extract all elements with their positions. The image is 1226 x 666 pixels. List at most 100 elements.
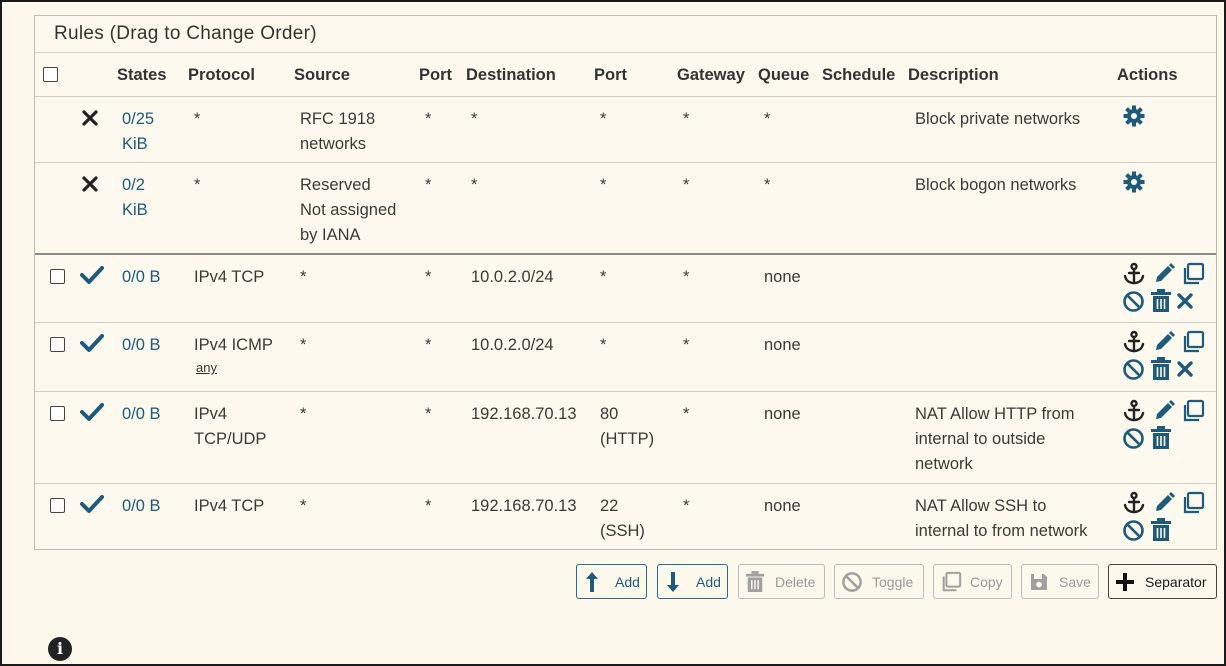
info-icon[interactable]: i [48, 637, 72, 661]
col-destination-port[interactable]: Port [594, 63, 627, 88]
delete-button[interactable]: Delete [738, 564, 825, 599]
row-checkbox[interactable] [50, 498, 65, 513]
icmp-type-link[interactable]: any [196, 360, 217, 376]
disable-icon[interactable] [1122, 290, 1145, 313]
protocol: * [194, 176, 201, 194]
source-port: * [425, 176, 432, 194]
pass-check-icon [80, 333, 104, 353]
gear-icon[interactable] [1123, 105, 1145, 127]
col-states[interactable]: States [117, 63, 167, 88]
col-gateway[interactable]: Gateway [677, 63, 745, 88]
source: * [300, 268, 307, 286]
description: Block bogon networks [915, 176, 1077, 194]
anchor-icon[interactable] [1122, 491, 1146, 515]
save-button[interactable]: Save [1021, 564, 1099, 599]
pass-check-icon [80, 494, 104, 514]
gateway: * [683, 110, 690, 128]
table-row[interactable]: 0/0 B IPv4 TCP * * 192.168.70.13 22 (SSH)… [35, 483, 1216, 550]
pass-check-icon [80, 265, 104, 285]
col-source[interactable]: Source [294, 63, 350, 88]
add-top-button[interactable]: Add [576, 564, 647, 599]
copy-icon[interactable] [1181, 330, 1205, 354]
col-queue[interactable]: Queue [758, 63, 809, 88]
copy-icon[interactable] [1181, 262, 1205, 286]
copy-button[interactable]: Copy [933, 564, 1012, 599]
col-description[interactable]: Description [908, 63, 999, 88]
plus-icon [1115, 572, 1135, 592]
destination-port: 80 (HTTP) [600, 405, 655, 448]
states-link[interactable]: 0/0 B [122, 494, 161, 519]
destination-port: * [600, 110, 607, 128]
queue: none [764, 497, 801, 515]
anchor-icon[interactable] [1122, 262, 1146, 286]
trash-icon[interactable] [1150, 289, 1172, 313]
table-row[interactable]: 0/25 KiB * RFC 1918 networks * * * * * Blo… [35, 96, 1216, 162]
source-port: * [425, 336, 432, 354]
destination: 192.168.70.13 [471, 405, 577, 423]
delete-x-icon[interactable] [1175, 291, 1195, 311]
source-port: * [425, 110, 432, 128]
table-row[interactable]: 0/2 KiB * Reserved Not assigned by IANA * *… [35, 162, 1216, 253]
disable-icon[interactable] [1122, 427, 1145, 450]
copy-icon [940, 571, 962, 593]
states-link[interactable]: 0/0 B [122, 333, 161, 358]
gear-icon[interactable] [1123, 171, 1145, 193]
states-link[interactable]: 0/0 B [122, 265, 161, 290]
pencil-icon[interactable] [1152, 491, 1176, 515]
delete-x-icon[interactable] [1175, 359, 1195, 379]
trash-icon[interactable] [1150, 518, 1172, 542]
protocol: IPv4 TCP/UDP [194, 405, 267, 448]
queue: * [764, 176, 771, 194]
add-bottom-button[interactable]: Add [657, 564, 728, 599]
source: RFC 1918 networks [300, 110, 376, 153]
pencil-icon[interactable] [1152, 262, 1176, 286]
destination-port: * [600, 176, 607, 194]
block-x-icon [81, 109, 99, 127]
states-link[interactable]: 0/0 B [122, 402, 161, 427]
table-header: States Protocol Source Port Destination … [35, 53, 1216, 96]
anchor-icon[interactable] [1122, 399, 1146, 423]
table-row[interactable]: 0/0 B IPv4 TCP/UDP * * 192.168.70.13 80 (H… [35, 391, 1216, 483]
destination: * [471, 176, 478, 194]
anchor-icon[interactable] [1122, 330, 1146, 354]
destination: * [471, 110, 478, 128]
trash-icon[interactable] [1150, 426, 1172, 450]
destination-port: * [600, 268, 607, 286]
separator-button[interactable]: Separator [1108, 564, 1217, 599]
destination-port: 22 (SSH) [600, 497, 645, 540]
description: NAT Allow SSH to internal to from network [915, 497, 1088, 540]
copy-icon[interactable] [1181, 491, 1205, 515]
col-destination[interactable]: Destination [466, 63, 556, 88]
destination: 10.0.2.0/24 [471, 336, 554, 354]
source-port: * [425, 405, 432, 423]
source: * [300, 405, 307, 423]
arrow-down-icon [665, 571, 681, 593]
source: * [300, 497, 307, 515]
states-link[interactable]: 0/25 KiB [122, 107, 154, 157]
states-link[interactable]: 0/2 KiB [122, 173, 148, 223]
protocol: IPv4 ICMP [194, 336, 273, 354]
row-checkbox[interactable] [50, 337, 65, 352]
toggle-button[interactable]: Toggle [834, 564, 924, 599]
gateway: * [683, 336, 690, 354]
table-row[interactable]: 0/0 B IPv4 TCP * * 10.0.2.0/24 * * none [35, 253, 1216, 322]
queue: none [764, 268, 801, 286]
copy-icon[interactable] [1181, 399, 1205, 423]
select-all-checkbox[interactable] [43, 67, 58, 82]
disable-icon[interactable] [1122, 358, 1145, 381]
col-schedule[interactable]: Schedule [822, 63, 895, 88]
source-port: * [425, 497, 432, 515]
trash-icon[interactable] [1150, 357, 1172, 381]
col-source-port[interactable]: Port [419, 63, 452, 88]
pencil-icon[interactable] [1152, 399, 1176, 423]
disable-icon[interactable] [1122, 519, 1145, 542]
col-protocol[interactable]: Protocol [188, 63, 255, 88]
pass-check-icon [80, 402, 104, 422]
table-row[interactable]: 0/0 B IPv4 ICMP any * * 10.0.2.0/24 * * … [35, 322, 1216, 391]
panel-title: Rules (Drag to Change Order) [35, 16, 1216, 53]
row-checkbox[interactable] [50, 269, 65, 284]
floppy-icon [1029, 572, 1049, 592]
row-checkbox[interactable] [50, 406, 65, 421]
destination-port: * [600, 336, 607, 354]
pencil-icon[interactable] [1152, 330, 1176, 354]
